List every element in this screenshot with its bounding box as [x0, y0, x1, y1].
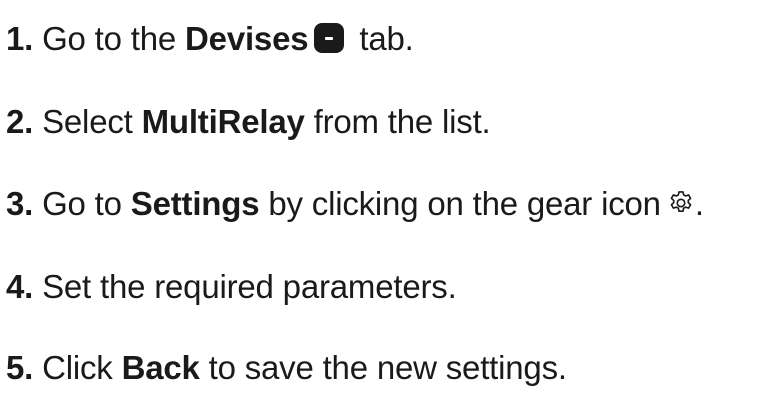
step-text: by clicking on the gear icon	[259, 185, 661, 222]
step-3: 3. Go to Settings by clicking on the gea…	[6, 184, 704, 224]
step-text: Go to	[33, 185, 131, 222]
step-text: Select	[33, 103, 142, 140]
step-text: from the list.	[304, 103, 491, 140]
step-number: 2.	[6, 103, 34, 140]
step-text: to save the new settings.	[199, 349, 567, 386]
step-text: Click	[33, 349, 122, 386]
gear-icon	[670, 191, 692, 212]
step-keyword: Settings	[130, 185, 260, 222]
step-2: 2. Select MultiRelay from the list.	[6, 102, 491, 142]
step-keyword: Back	[121, 349, 200, 386]
step-number: 4.	[6, 268, 34, 305]
step-1: 1. Go to the Devises tab.	[6, 19, 414, 59]
step-text: tab.	[350, 20, 414, 57]
step-number: 1.	[6, 20, 34, 57]
step-text: Go to the	[33, 20, 186, 57]
step-text: .	[694, 185, 704, 222]
step-keyword: MultiRelay	[141, 103, 305, 140]
step-number: 5.	[6, 349, 34, 386]
step-5: 5. Click Back to save the new settings.	[6, 348, 567, 388]
step-keyword: Devises	[185, 20, 309, 57]
device-tab-icon	[314, 23, 345, 53]
step-text: Set the required parameters.	[33, 268, 457, 305]
step-4: 4. Set the required parameters.	[6, 267, 457, 307]
step-number: 3.	[6, 185, 34, 222]
